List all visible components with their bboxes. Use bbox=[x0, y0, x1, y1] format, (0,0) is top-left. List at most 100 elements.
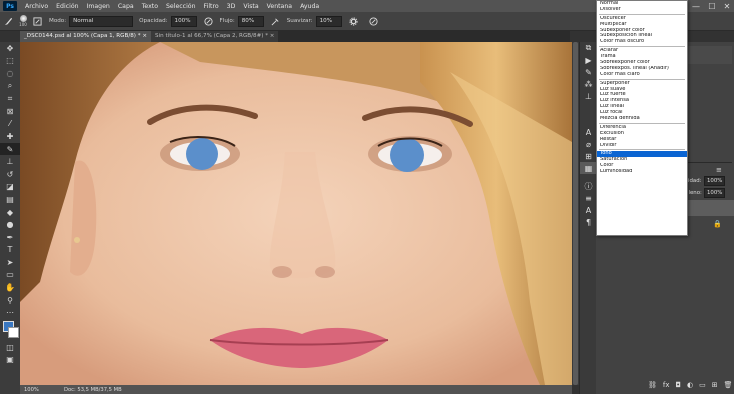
pressure-size-icon[interactable] bbox=[368, 16, 379, 27]
blend-mode-option[interactable]: Luminosidad bbox=[597, 169, 687, 175]
new-adjustment-icon[interactable]: ◐ bbox=[687, 381, 693, 391]
layer-fill-label: lleno: bbox=[687, 190, 702, 196]
menu-filtro[interactable]: Filtro bbox=[200, 3, 223, 10]
swatches-panel-icon[interactable]: ⊞ bbox=[580, 150, 597, 162]
menu-separator bbox=[599, 46, 685, 48]
brush-tool-icon-selected[interactable]: ✎ bbox=[0, 142, 20, 156]
delete-layer-icon[interactable]: 🗑 bbox=[724, 381, 733, 391]
new-layer-icon[interactable]: ⊞ bbox=[712, 381, 718, 391]
gradient-tool-icon[interactable]: ▤ bbox=[0, 193, 20, 206]
history-panel-icon[interactable]: ⧉ bbox=[580, 42, 597, 54]
mode-select[interactable]: Normal bbox=[69, 15, 134, 27]
airbrush-icon[interactable] bbox=[270, 16, 281, 27]
scrollbar-thumb[interactable] bbox=[573, 42, 578, 385]
character-styles-icon[interactable]: A bbox=[580, 204, 597, 216]
blend-mode-option[interactable]: Color más oscuro bbox=[597, 39, 687, 45]
quick-selection-tool-icon[interactable]: ⌕ bbox=[0, 80, 20, 93]
clone-stamp-tool-icon[interactable]: ⊥ bbox=[0, 155, 20, 168]
collapsed-panels-column: ⧉ ▶ ✎ ⁂ ⊥ A ⌀ ⊞ ▦ ⓘ ≡ A ¶ bbox=[579, 42, 597, 394]
pen-tool-icon[interactable]: ✒ bbox=[0, 231, 20, 244]
brush-settings-panel-icon[interactable]: ⁂ bbox=[580, 78, 597, 90]
brush-size-value: 100 bbox=[19, 22, 27, 27]
flow-label: Flujo: bbox=[219, 18, 235, 24]
background-color-swatch[interactable] bbox=[8, 327, 19, 339]
rectangle-tool-icon[interactable]: ▭ bbox=[0, 269, 20, 282]
smoothing-field[interactable]: 10% bbox=[315, 15, 342, 27]
blend-mode-option[interactable]: Color más claro bbox=[597, 72, 687, 78]
layer-opacity-field[interactable]: 100% bbox=[704, 176, 726, 186]
brush-tip-icon bbox=[19, 15, 27, 22]
marquee-tool-icon[interactable]: ⬚ bbox=[0, 55, 20, 68]
character-panel-icon[interactable]: A bbox=[580, 126, 597, 138]
menu-3d[interactable]: 3D bbox=[223, 3, 240, 10]
frame-tool-icon[interactable]: ⊠ bbox=[0, 105, 20, 118]
lasso-tool-icon[interactable]: ◌ bbox=[0, 67, 20, 80]
eyedropper-tool-icon[interactable]: ⁄ bbox=[0, 118, 20, 131]
close-button[interactable]: ✕ bbox=[719, 0, 734, 12]
quick-mask-icon[interactable]: ◫ bbox=[0, 341, 20, 354]
tab-sin-titulo-1[interactable]: Sin título-1 al 66,7% (Capa 2, RGB/8#) *… bbox=[151, 31, 279, 42]
blend-mode-dropdown[interactable]: Normal Disolver Oscurecer Multiplicar Subexp… bbox=[596, 0, 688, 236]
minimize-button[interactable]: — bbox=[688, 0, 704, 12]
brushes-panel-icon[interactable]: ✎ bbox=[580, 66, 597, 78]
menu-ayuda[interactable]: Ayuda bbox=[296, 3, 323, 10]
smoothing-options-gear-icon[interactable] bbox=[348, 16, 359, 27]
tab-dsc0144[interactable]: _DSC0144.psd al 100% (Capa 1, RGB/8) * × bbox=[20, 31, 152, 42]
panel-menu-icon[interactable]: ≡ bbox=[716, 166, 722, 174]
clone-source-panel-icon[interactable]: ⊥ bbox=[580, 90, 597, 102]
menu-texto[interactable]: Texto bbox=[138, 3, 162, 10]
screen-mode-icon[interactable]: ▣ bbox=[0, 354, 20, 367]
painted-left-eye bbox=[186, 138, 218, 170]
properties-panel-icon[interactable]: ≡ bbox=[580, 192, 597, 204]
menu-ventana[interactable]: Ventana bbox=[263, 3, 296, 10]
crop-tool-icon[interactable]: ⌗ bbox=[0, 92, 20, 105]
menu-separator bbox=[599, 122, 685, 124]
history-brush-tool-icon[interactable]: ↺ bbox=[0, 168, 20, 181]
menu-seleccion[interactable]: Selección bbox=[162, 3, 200, 10]
brush-settings-icon[interactable] bbox=[32, 16, 43, 27]
glyphs-panel-icon[interactable]: ⌀ bbox=[580, 138, 597, 150]
info-panel-icon[interactable]: ⓘ bbox=[580, 180, 597, 192]
link-layers-icon[interactable]: ⛓ bbox=[648, 381, 657, 391]
blend-mode-option[interactable]: Dividir bbox=[597, 143, 687, 149]
menu-capa[interactable]: Capa bbox=[114, 3, 138, 10]
dodge-tool-icon[interactable]: ● bbox=[0, 218, 20, 231]
healing-brush-tool-icon[interactable]: ✚ bbox=[0, 130, 20, 143]
vertical-scrollbar[interactable] bbox=[572, 42, 579, 385]
flow-field[interactable]: 80% bbox=[237, 15, 264, 27]
more-tools-icon[interactable]: ⋯ bbox=[0, 306, 20, 319]
menu-edicion[interactable]: Edición bbox=[52, 3, 82, 10]
document-canvas[interactable] bbox=[20, 42, 572, 385]
zoom-level[interactable]: 100% bbox=[24, 387, 64, 393]
menu-imagen[interactable]: Imagen bbox=[83, 3, 114, 10]
paragraph-panel-icon[interactable]: ¶ bbox=[580, 216, 597, 228]
hand-tool-icon[interactable]: ✋ bbox=[0, 281, 20, 294]
type-tool-icon[interactable]: T bbox=[0, 244, 20, 257]
menu-separator bbox=[599, 78, 685, 80]
zoom-tool-icon[interactable]: ⚲ bbox=[0, 294, 20, 307]
new-group-icon[interactable]: ▭ bbox=[699, 381, 706, 391]
add-mask-icon[interactable]: ◘ bbox=[676, 381, 682, 391]
layer-fill-field[interactable]: 100% bbox=[704, 188, 726, 198]
brush-tool-icon[interactable] bbox=[3, 16, 14, 27]
menu-archivo[interactable]: Archivo bbox=[21, 3, 52, 10]
adjustments-panel-icon[interactable]: ▦ bbox=[580, 162, 597, 174]
actions-panel-icon[interactable]: ▶ bbox=[580, 54, 597, 66]
move-tool-icon[interactable]: ✥ bbox=[0, 42, 20, 55]
layer-opacity-label: idad: bbox=[688, 178, 702, 184]
blend-mode-option[interactable]: Disolver bbox=[597, 7, 687, 13]
blur-tool-icon[interactable]: ◆ bbox=[0, 206, 20, 219]
menu-vista[interactable]: Vista bbox=[239, 3, 262, 10]
path-selection-tool-icon[interactable]: ➤ bbox=[0, 256, 20, 269]
color-swatches[interactable] bbox=[0, 319, 20, 341]
brush-preset-picker[interactable]: 100 bbox=[17, 15, 29, 27]
blend-mode-option[interactable]: Mezcla definida bbox=[597, 116, 687, 122]
portrait-photo bbox=[20, 42, 572, 385]
document-tabs: _DSC0144.psd al 100% (Capa 1, RGB/8) * ×… bbox=[20, 31, 570, 42]
eraser-tool-icon[interactable]: ◪ bbox=[0, 181, 20, 194]
pressure-opacity-icon[interactable] bbox=[203, 16, 214, 27]
opacity-field[interactable]: 100% bbox=[170, 15, 197, 27]
layer-style-fx-icon[interactable]: fx bbox=[663, 381, 670, 391]
opacity-label: Opacidad: bbox=[139, 18, 168, 24]
maximize-button[interactable]: ☐ bbox=[704, 0, 720, 12]
